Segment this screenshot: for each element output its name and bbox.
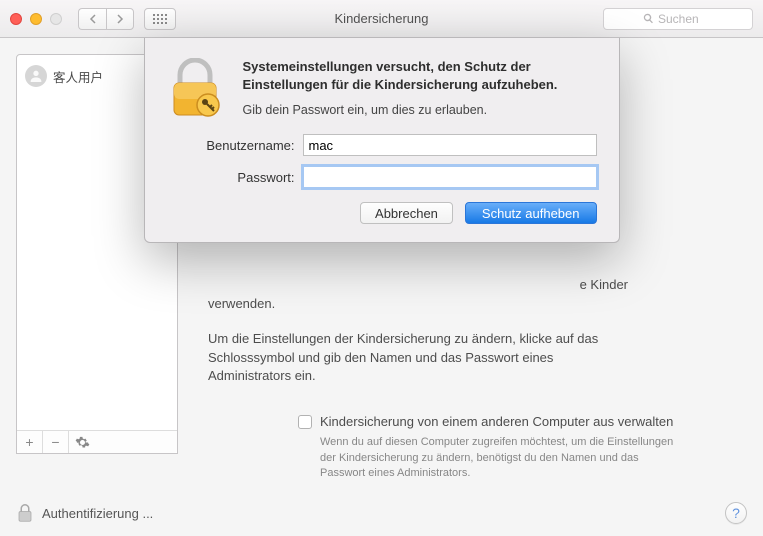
unlock-button[interactable]: Schutz aufheben: [465, 202, 597, 224]
traffic-lights: [10, 13, 62, 25]
search-input[interactable]: [658, 12, 713, 26]
zoom-window-button: [50, 13, 62, 25]
lock-icon: [16, 502, 34, 524]
checkbox-icon[interactable]: [298, 415, 312, 429]
search-field-wrap[interactable]: [603, 8, 753, 30]
checkbox-label: Kindersicherung von einem anderen Comput…: [320, 414, 673, 429]
auth-lock-icon: [165, 58, 225, 118]
checkbox-hint: Wenn du auf diesen Computer zugreifen mö…: [320, 435, 680, 481]
password-input[interactable]: [303, 166, 597, 188]
search-icon: [643, 13, 654, 24]
username-label: Benutzername:: [189, 138, 295, 153]
truncated-line-2: verwenden.: [208, 295, 628, 314]
auth-dialog: Systemeinstellungen versucht, den Schutz…: [144, 38, 620, 243]
user-actions-button[interactable]: [69, 431, 95, 453]
auth-title: Systemeinstellungen versucht, den Schutz…: [243, 58, 597, 93]
grid-icon: [153, 14, 167, 24]
password-label: Passwort:: [189, 170, 295, 185]
back-button[interactable]: [78, 8, 106, 30]
cancel-button[interactable]: Abbrechen: [360, 202, 453, 224]
window-toolbar: Kindersicherung: [0, 0, 763, 38]
minimize-window-button[interactable]: [30, 13, 42, 25]
forward-button[interactable]: [106, 8, 134, 30]
lock-label: Authentifizierung ...: [42, 506, 153, 521]
help-button[interactable]: ?: [725, 502, 747, 524]
avatar-icon: [25, 65, 47, 87]
lock-footer[interactable]: Authentifizierung ...: [16, 502, 153, 524]
auth-subtitle: Gib dein Passwort ein, um dies zu erlaub…: [243, 103, 597, 117]
remove-user-button[interactable]: −: [43, 431, 69, 453]
truncated-line-tail: e Kinder: [580, 276, 628, 295]
show-all-prefs-button[interactable]: [144, 8, 176, 30]
username-input[interactable]: [303, 134, 597, 156]
close-window-button[interactable]: [10, 13, 22, 25]
gear-icon: [75, 435, 90, 450]
remote-manage-checkbox-row[interactable]: Kindersicherung von einem anderen Comput…: [298, 414, 678, 429]
auth-form: Benutzername: Passwort:: [189, 134, 597, 188]
bottom-bar: Authentifizierung ... ?: [16, 500, 747, 526]
user-list-footer: + −: [17, 430, 177, 453]
instructions-paragraph: Um die Einstellungen der Kindersicherung…: [208, 330, 628, 387]
user-name-label: 客人用户: [53, 67, 103, 86]
nav-buttons: [78, 8, 134, 30]
add-user-button[interactable]: +: [17, 431, 43, 453]
